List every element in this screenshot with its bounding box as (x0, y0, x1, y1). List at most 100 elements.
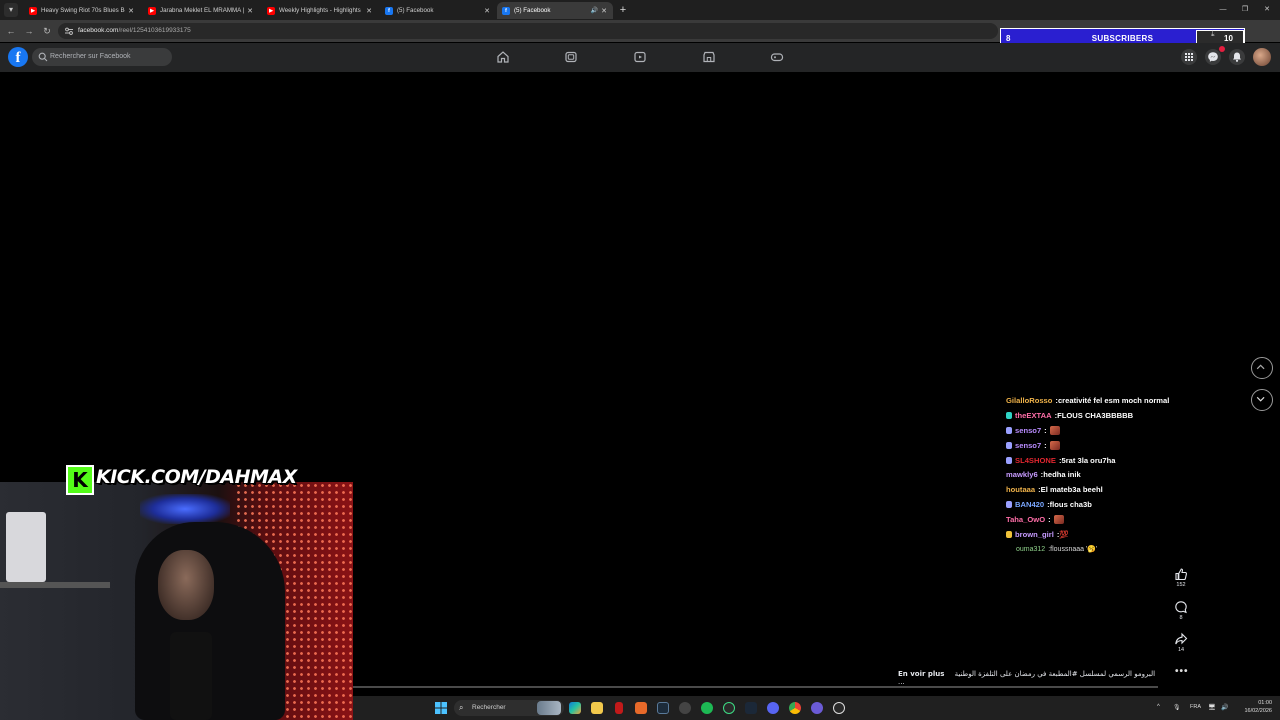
settings-icon[interactable] (679, 702, 691, 714)
terminal-icon[interactable] (657, 702, 669, 714)
address-bar[interactable] (58, 23, 998, 39)
discord-icon[interactable] (767, 702, 779, 714)
share-icon (1175, 632, 1188, 645)
browser-tab-active[interactable]: f (5) Facebook 🔊 ✕ (497, 2, 613, 19)
tab-title: Weekly Highlights - Highlights (279, 7, 361, 14)
speaker-icon[interactable]: 🔊 (591, 7, 598, 14)
kick-logo-icon: K (66, 465, 94, 495)
home-icon[interactable] (496, 50, 510, 64)
search-icon: ⌕ (459, 703, 464, 712)
search-placeholder: Rechercher sur Facebook (50, 53, 131, 60)
chat-separator: : (1044, 425, 1047, 435)
chat-message: SL4SHONE: 5rat 3la oru7ha (1006, 453, 1246, 468)
volume-icon[interactable]: 🔊 (1221, 704, 1228, 711)
kick-channel-banner: KICK.COM/DAHMAX (96, 466, 297, 488)
next-reel-button[interactable] (1251, 389, 1273, 411)
chat-message: houtaaa: El mateb3a beehl (1006, 482, 1246, 497)
chevron-up-icon (1256, 364, 1265, 370)
browser-tab[interactable]: ▶ Weekly Highlights - Highlights ✕ (262, 2, 378, 19)
more-options-button[interactable]: ••• (1175, 666, 1189, 677)
download-icon[interactable]: ⤓ (1211, 29, 1215, 39)
facebook-logo-icon[interactable]: f (8, 47, 28, 67)
spotify-icon[interactable] (701, 702, 713, 714)
subscriber-current: 8 (1006, 34, 1011, 43)
back-button[interactable]: ← (4, 24, 18, 38)
chat-username: GilalloRosso (1006, 395, 1053, 405)
chat-username: ouma312 (1016, 545, 1046, 553)
browser-tab[interactable]: f (5) Facebook ✕ (380, 2, 496, 19)
network-icon[interactable]: 🖥 (1208, 704, 1216, 711)
monitor (6, 512, 46, 582)
profile-avatar[interactable] (1253, 48, 1271, 66)
browser-tab[interactable]: ▶ Jarabna Meklet EL MRAMMA | E ✕ (143, 2, 259, 19)
comment-icon (1175, 601, 1187, 614)
chat-text: hedha inik (1043, 470, 1081, 480)
steam-icon[interactable] (745, 702, 757, 714)
chat-badge-icon (1006, 441, 1012, 449)
youtube-icon: ▶ (29, 6, 37, 15)
reels-icon[interactable] (564, 50, 578, 64)
close-icon[interactable]: ✕ (600, 7, 608, 15)
chat-message: mawkly6: hedha inik (1006, 467, 1246, 482)
browser-tab[interactable]: ▶ Heavy Swing Riot 70s Blues Bo ✕ (24, 2, 140, 19)
app-icon-orange[interactable] (635, 702, 647, 714)
app-icon-red[interactable] (615, 702, 623, 714)
chat-text: El mateb3a beehl (1040, 485, 1103, 495)
menu-grid-button[interactable] (1181, 49, 1197, 65)
chat-text: creativité fel esm moch normal (1057, 395, 1170, 405)
previous-reel-button[interactable] (1251, 357, 1273, 379)
marketplace-icon[interactable] (702, 50, 716, 64)
clock-time: 01:00 (1258, 700, 1272, 706)
video-icon[interactable] (633, 50, 647, 64)
file-explorer-icon[interactable] (591, 702, 603, 714)
subscriber-goal: 10 (1224, 34, 1233, 43)
chat-message: brown_girl: 💯 (1006, 527, 1246, 542)
messenger-button[interactable] (1205, 49, 1221, 65)
chat-emote-icon (1049, 440, 1060, 450)
chat-username: theEXTAA (1015, 410, 1052, 420)
chat-message: senso7: (1006, 438, 1246, 453)
new-tab-button[interactable]: + (617, 4, 629, 16)
see-more-link[interactable]: En voir plus (898, 670, 944, 678)
tray-overflow-icon[interactable]: ^ (1157, 704, 1160, 710)
tab-search-button[interactable]: ▾ (4, 3, 18, 17)
gaming-icon[interactable] (770, 50, 784, 64)
system-clock[interactable]: 01:00 16/02/2026 (1238, 699, 1272, 715)
close-icon[interactable]: ✕ (365, 7, 373, 15)
app-icon-purple[interactable] (811, 702, 823, 714)
copilot-icon[interactable] (569, 702, 581, 714)
chat-badge-icon (1006, 456, 1012, 464)
close-icon[interactable]: ✕ (246, 7, 254, 15)
share-button[interactable]: 14 (1171, 632, 1191, 653)
obs-icon[interactable] (833, 702, 845, 714)
microphone (170, 632, 212, 720)
forward-button[interactable]: → (22, 24, 36, 38)
like-button[interactable]: 152 (1171, 567, 1191, 588)
url-text[interactable]: facebook.com/reel/1254103619933175 (78, 27, 191, 34)
minimize-button[interactable]: — (1216, 4, 1230, 16)
site-info-icon[interactable] (64, 26, 74, 36)
windows-start-icon[interactable] (435, 702, 447, 714)
url-path: /reel/1254103619933175 (118, 27, 191, 34)
reload-button[interactable]: ↻ (40, 24, 54, 38)
chat-text: floussnaaa '🥱' (1050, 546, 1098, 554)
close-window-button[interactable]: ✕ (1260, 4, 1274, 16)
chat-text: 5rat 3la oru7ha (1061, 455, 1116, 465)
chat-emote-icon (1053, 515, 1064, 525)
chat-text: FLOUS CHA3BBBBB (1057, 410, 1134, 420)
xbox-icon[interactable] (723, 702, 735, 714)
facebook-icon: f (502, 6, 510, 15)
video-progress-bar[interactable] (353, 686, 1158, 688)
youtube-icon: ▶ (267, 6, 275, 15)
chrome-icon[interactable] (789, 702, 801, 714)
close-icon[interactable]: ✕ (483, 7, 491, 15)
comment-button[interactable]: 8 (1171, 600, 1191, 621)
maximize-button[interactable]: ❐ (1238, 4, 1252, 16)
language-indicator[interactable]: FRA (1190, 704, 1201, 710)
microphone-icon[interactable]: 🎙 (1173, 704, 1181, 711)
webcam-overlay (0, 482, 353, 720)
close-icon[interactable]: ✕ (127, 7, 135, 15)
share-count: 14 (1177, 647, 1185, 653)
search-highlight-icon[interactable] (537, 701, 561, 715)
notifications-button[interactable] (1229, 49, 1245, 65)
